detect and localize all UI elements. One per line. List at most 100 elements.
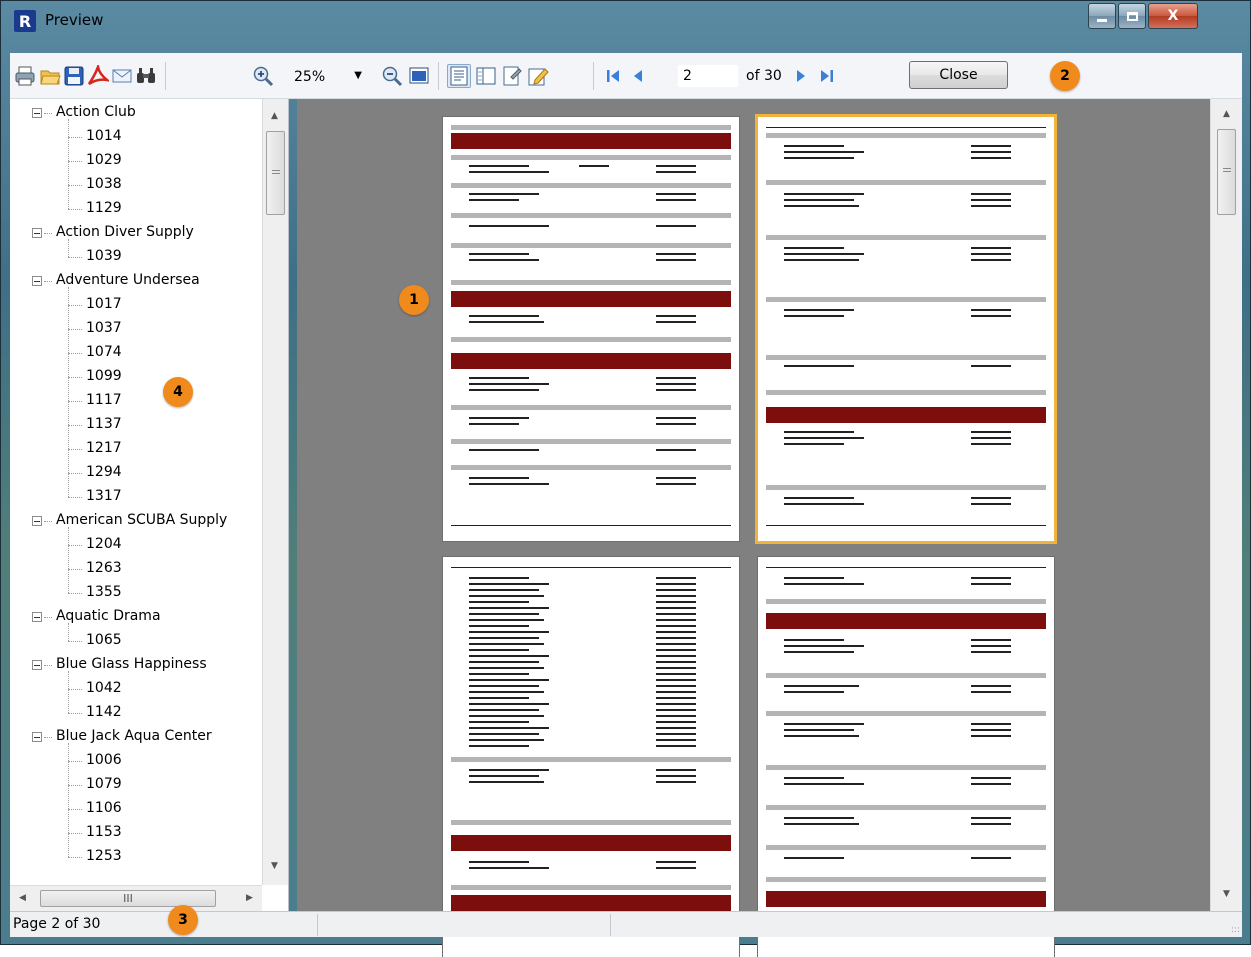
tree-item[interactable]: 1253 [10,845,262,869]
collapse-toggle-icon[interactable] [32,228,42,238]
next-page-button[interactable] [789,64,813,88]
tree-group-node[interactable]: Aquatic Drama [10,605,262,629]
tree-group-node[interactable]: Action Diver Supply [10,221,262,245]
tree-item-label: 1074 [86,344,122,360]
tree-item[interactable]: 1153 [10,821,262,845]
scroll-up-icon[interactable]: ▲ [271,111,278,121]
first-page-button[interactable] [601,64,625,88]
tree-item[interactable]: 1294 [10,461,262,485]
open-icon [40,70,61,85]
tree-group-node[interactable]: Action Club [10,101,262,125]
close-window-button[interactable]: X [1148,3,1198,29]
tree-item[interactable]: 1263 [10,557,262,581]
thumbnails-button[interactable] [474,64,498,88]
tree-item[interactable]: 1074 [10,341,262,365]
resize-grip-icon[interactable]: ::: [1231,925,1240,935]
status-page-indicator: Page 2 of 30 [13,916,101,932]
preview-page-2[interactable] [758,117,1054,541]
tree-item[interactable]: 1355 [10,581,262,605]
tree-item-label: 1153 [86,824,122,840]
preview-vscroll-thumb[interactable] [1217,129,1236,215]
tree-item[interactable]: 1039 [10,245,262,269]
maximize-icon [1126,11,1138,21]
tree-group-node[interactable]: Blue Jack Aqua Center [10,725,262,749]
close-button[interactable]: Close [909,61,1008,89]
scroll-down-icon[interactable]: ▼ [1223,889,1230,899]
full-screen-button[interactable] [407,64,431,88]
tree-group-node[interactable]: Blue Glass Happiness [10,653,262,677]
zoom-select[interactable]: 25% ▼ [290,66,364,88]
callout-badge-1: 1 [399,285,429,315]
collapse-toggle-icon[interactable] [32,660,42,670]
tree-vscroll-thumb[interactable] [266,131,285,215]
tree-item-label: 1065 [86,632,122,648]
scroll-up-icon[interactable]: ▲ [1223,109,1230,119]
tree-item[interactable]: 1217 [10,437,262,461]
tree-item[interactable]: 1317 [10,485,262,509]
tree-group-node[interactable]: Adventure Undersea [10,269,262,293]
export-pdf-button[interactable] [86,64,110,88]
preview-page-3[interactable] [443,557,739,957]
scroll-left-icon[interactable]: ◀ [19,893,26,903]
tree-item[interactable]: 1017 [10,293,262,317]
page-content [451,125,731,533]
pdf-icon [87,65,109,86]
tree-item[interactable]: 1038 [10,173,262,197]
collapse-toggle-icon[interactable] [32,612,42,622]
next-page-icon [797,70,805,82]
tree-item[interactable]: 1204 [10,533,262,557]
maximize-button[interactable] [1118,3,1146,29]
title-bar[interactable]: R Preview X [1,1,1250,41]
save-icon [64,66,84,86]
scroll-down-icon[interactable]: ▼ [271,861,278,871]
tree-item[interactable]: 1137 [10,413,262,437]
collapse-toggle-icon[interactable] [32,108,42,118]
tree-item[interactable]: 1037 [10,317,262,341]
find-button[interactable] [134,64,158,88]
tree-item[interactable]: 1117 [10,389,262,413]
zoom-in-button[interactable] [251,64,275,88]
tree-item[interactable]: 1142 [10,701,262,725]
tree-item[interactable]: 1029 [10,149,262,173]
tree-item[interactable]: 1006 [10,749,262,773]
page-preview-area[interactable] [297,99,1242,957]
tree-item-label: 1014 [86,128,122,144]
tree-horizontal-scrollbar[interactable]: ◀ III ▶ [10,885,262,911]
scroll-right-icon[interactable]: ▶ [246,893,253,903]
tree-item[interactable]: 1079 [10,773,262,797]
save-button[interactable] [62,64,86,88]
tree-group-label: Action Club [56,104,136,120]
current-page-input[interactable]: 2 [678,65,738,87]
tree-item[interactable]: 1042 [10,677,262,701]
tree-group-node[interactable]: American SCUBA Supply [10,509,262,533]
tree-item[interactable]: 1099 [10,365,262,389]
close-icon: X [1167,8,1179,24]
print-button[interactable] [13,64,37,88]
tree-item[interactable]: 1106 [10,797,262,821]
tree-item[interactable]: 1129 [10,197,262,221]
zoom-out-button[interactable] [380,64,404,88]
page-content [766,565,1046,949]
last-page-icon [821,70,833,82]
edit-button[interactable] [526,64,550,88]
outline-toggle-button[interactable] [447,64,471,88]
preview-vertical-scrollbar[interactable]: ▲ ▼ [1210,99,1242,911]
collapse-toggle-icon[interactable] [32,732,42,742]
last-page-button[interactable] [815,64,839,88]
collapse-toggle-icon[interactable] [32,516,42,526]
page-content [451,565,731,949]
tree-item[interactable]: 1065 [10,629,262,653]
tree-vertical-scrollbar[interactable]: ▲ ▼ [262,99,288,885]
tree-hscroll-thumb[interactable]: III [40,890,216,907]
collapse-toggle-icon[interactable] [32,276,42,286]
tree-item-label: 1204 [86,536,122,552]
tree-item[interactable]: 1014 [10,125,262,149]
preview-page-4[interactable] [758,557,1054,957]
open-button[interactable] [38,64,62,88]
outline-icon [450,66,468,86]
page-setup-button[interactable] [500,64,524,88]
preview-page-1[interactable] [443,117,739,541]
prev-page-button[interactable] [626,64,650,88]
email-button[interactable] [110,64,134,88]
minimize-button[interactable] [1088,3,1116,29]
